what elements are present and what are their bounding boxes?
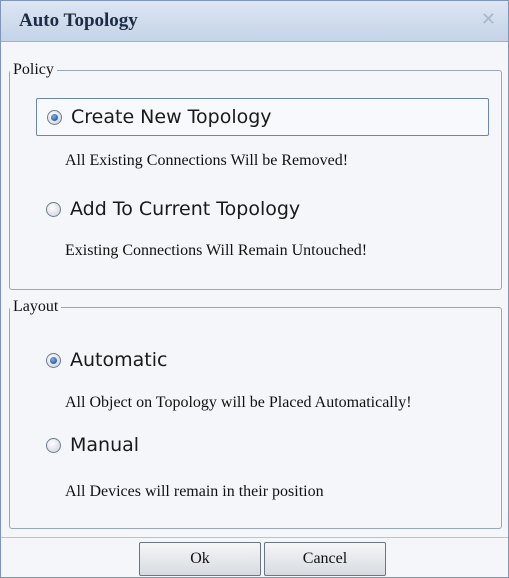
radio-button-icon[interactable] (47, 109, 62, 125)
radio-automatic[interactable]: Automatic (36, 341, 336, 379)
layout-note-automatic: All Object on Topology will be Placed Au… (65, 394, 412, 411)
radio-manual[interactable]: Manual (36, 426, 336, 464)
radio-button-icon[interactable] (46, 201, 61, 217)
ok-button[interactable]: Ok (139, 542, 261, 576)
title-bar: Auto Topology ✕ (1, 1, 508, 42)
footer-divider (1, 537, 508, 538)
auto-topology-dialog: Auto Topology ✕ Policy Create New Topolo… (0, 0, 509, 578)
radio-label: Manual (70, 434, 140, 456)
dialog-title: Auto Topology (19, 10, 138, 31)
close-icon[interactable]: ✕ (481, 9, 496, 30)
radio-button-icon[interactable] (46, 437, 61, 453)
layout-note-manual: All Devices will remain in their positio… (65, 483, 324, 500)
radio-button-icon[interactable] (46, 352, 61, 368)
layout-legend: Layout (13, 298, 59, 315)
radio-label: Create New Topology (71, 106, 272, 128)
policy-note-add: Existing Connections Will Remain Untouch… (65, 242, 368, 259)
cancel-button[interactable]: Cancel (264, 542, 386, 576)
policy-note-create: All Existing Connections Will be Removed… (65, 152, 349, 169)
radio-label: Add To Current Topology (70, 198, 301, 220)
radio-create-new-topology[interactable]: Create New Topology (36, 98, 489, 136)
radio-add-to-current-topology[interactable]: Add To Current Topology (36, 190, 489, 228)
policy-legend: Policy (13, 61, 54, 78)
radio-label: Automatic (70, 349, 168, 371)
